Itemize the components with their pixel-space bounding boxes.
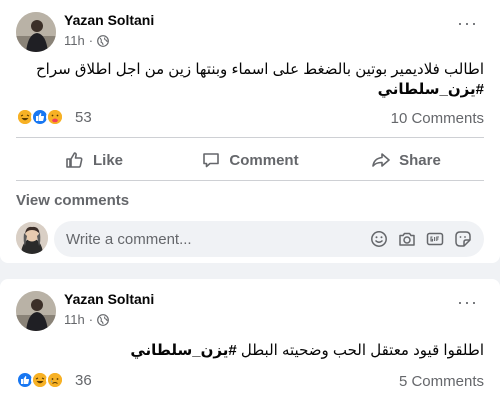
comments-count-link[interactable]: 5 Comments [399,373,484,390]
meta-separator: · [88,33,94,48]
gif-icon[interactable] [426,230,444,248]
post-meta: 11h · [64,312,109,327]
comment-composer [54,221,484,257]
divider [16,180,484,181]
sad-reaction-icon [46,371,64,389]
current-user-avatar[interactable] [16,222,48,254]
reactions-count: 36 [75,371,92,389]
reactions-summary[interactable]: 36 [16,371,92,389]
comment-input[interactable] [54,230,370,248]
post-meta: 11h · [64,33,109,48]
camera-icon[interactable] [398,230,416,248]
share-label: Share [399,151,441,169]
divider [16,137,484,138]
sticker-icon[interactable] [454,230,472,248]
like-icon [66,152,83,168]
like-label: Like [92,151,123,169]
author-avatar[interactable] [16,291,56,331]
care-reaction-icon [46,108,64,126]
emoji-icon[interactable] [370,230,388,248]
post-time[interactable]: 11h [64,312,85,327]
more-options-icon[interactable]: ··· [457,14,478,32]
comment-icon [203,153,220,168]
post-card: Yazan Soltani 11h · ··· اطلقوا قيود معتق… [0,279,500,407]
meta-separator: · [88,312,94,327]
like-button[interactable]: Like [16,143,172,177]
share-icon [372,153,390,167]
reactions-summary[interactable]: 53 [16,108,92,126]
post-text: اطلقوا قيود معتقل الحب وضحيته البطل #يزن… [14,341,484,361]
post-card: Yazan Soltani 11h · ··· اطالب فلاديمير ب… [0,0,500,263]
view-comments-link[interactable]: View comments [16,192,129,209]
hashtag-link[interactable]: #يزن_سلطاني [378,81,484,98]
globe-icon [97,313,109,326]
globe-icon [97,34,109,47]
post-actions-bar: Like Comment Share [16,143,484,177]
comment-label: Comment [229,151,299,169]
post-text: اطالب فلاديمير بوتين بالضغط على اسماء وب… [14,60,484,100]
post-text-line: اطلقوا قيود معتقل الحب وضحيته البطل [240,342,484,359]
author-name[interactable]: Yazan Soltani [64,291,154,307]
comment-button[interactable]: Comment [172,143,328,177]
reactions-count: 53 [75,108,92,126]
post-text-line: اطالب فلاديمير بوتين بالضغط على اسماء وب… [36,61,484,78]
post-time[interactable]: 11h [64,33,85,48]
share-button[interactable]: Share [328,143,484,177]
more-options-icon[interactable]: ··· [457,293,478,311]
author-avatar[interactable] [16,12,56,52]
hashtag-link[interactable]: #يزن_سلطاني [130,342,236,359]
author-name[interactable]: Yazan Soltani [64,12,154,28]
comments-count-link[interactable]: 10 Comments [391,110,484,127]
